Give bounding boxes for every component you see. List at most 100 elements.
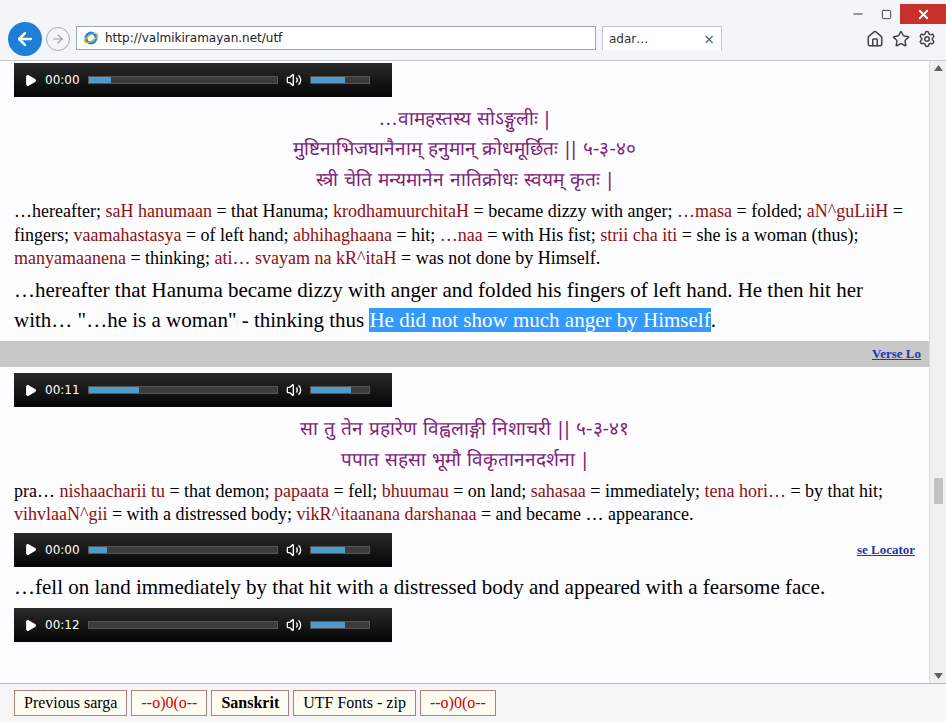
locator-bar: Verse Lo xyxy=(0,341,929,367)
scrollbar[interactable] xyxy=(929,61,946,683)
verse-line: सा तु तेन प्रहारेण विह्वलाङ्गी निशाचरी |… xyxy=(300,413,629,443)
gloss-term: manyamaanena xyxy=(14,248,126,268)
audio-player[interactable]: 00:00 xyxy=(14,63,392,97)
gloss-term: …naa xyxy=(440,225,483,245)
ie-logo-icon xyxy=(83,30,99,46)
gloss-meaning: = on land; xyxy=(449,481,531,501)
gloss-term: vaamahastasya xyxy=(73,225,181,245)
back-button[interactable] xyxy=(8,22,42,56)
progress-fill xyxy=(89,547,108,553)
minimize-button[interactable] xyxy=(844,4,872,24)
audio-player[interactable]: 00:11 xyxy=(14,373,392,407)
verse-line: मुष्टिनाभिजघानैनाम् हनुमान् क्रोधमूर्छित… xyxy=(293,133,636,163)
play-icon[interactable] xyxy=(24,619,37,632)
nav-button[interactable]: Sanskrit xyxy=(211,690,289,716)
maximize-button[interactable] xyxy=(872,4,900,24)
forward-button[interactable] xyxy=(46,27,70,51)
scroll-area xyxy=(930,75,946,669)
player-time: 00:00 xyxy=(45,73,80,87)
browser-window: http://valmikiramayan.net/utfadar…×00:00… xyxy=(0,0,946,722)
gloss-term: vikR^itaanana darshanaa xyxy=(297,504,477,524)
volume-fill xyxy=(311,547,346,553)
gloss-meaning: = was not done by Himself. xyxy=(397,248,601,268)
verse-locator-link[interactable]: Verse Lo xyxy=(872,346,921,362)
page-body: 00:00 …वामहस्तस्य सोऽङ्गुलीः |मुष्टिनाभिज… xyxy=(0,61,946,683)
home-icon[interactable] xyxy=(866,30,884,48)
verse-line: स्त्री चेति मन्यमानेन नातिक्रोधः स्वयम् … xyxy=(316,164,613,194)
translation: …fell on land immediately by that hit wi… xyxy=(14,573,929,602)
gloss-meaning: pra… xyxy=(14,481,59,501)
gloss-term: aN^guLiiH xyxy=(807,201,888,221)
selected-text: He did not show much anger by Himself xyxy=(369,308,710,332)
nav-button[interactable]: --o)0(o-- xyxy=(131,690,207,716)
close-button[interactable] xyxy=(900,4,946,24)
gloss-meaning: = and became … appearance. xyxy=(476,504,693,524)
browser-tab[interactable]: adar…× xyxy=(602,26,722,50)
gloss-term: svayam na kR^itaH xyxy=(255,248,396,268)
gloss-meaning: = that Hanuma; xyxy=(212,201,333,221)
volume-fill xyxy=(311,622,346,628)
gloss-term: krodhamuurchitaH xyxy=(333,201,469,221)
sanskrit-verse: सा तु तेन प्रहारेण विह्वलाङ्गी निशाचरी |… xyxy=(14,413,929,474)
play-icon[interactable] xyxy=(24,74,37,87)
gloss-term: sahasaa xyxy=(531,481,586,501)
scroll-up-icon[interactable] xyxy=(934,61,943,75)
progress-track[interactable] xyxy=(88,76,278,84)
gloss-meaning: = became dizzy with anger; xyxy=(469,201,677,221)
volume-icon[interactable] xyxy=(286,382,302,398)
progress-track[interactable] xyxy=(88,546,278,554)
browser-toolbar: http://valmikiramayan.net/utfadar…× xyxy=(0,0,946,61)
verse-locator-link[interactable]: se Locator xyxy=(857,542,915,558)
gloss-term: tena hori… xyxy=(704,481,785,501)
gloss-meaning: = folded; xyxy=(732,201,807,221)
audio-player[interactable]: 00:00 xyxy=(14,533,392,567)
page-content: 00:00 …वामहस्तस्य सोऽङ्गुलीः |मुष्टिनाभिज… xyxy=(0,61,929,683)
gloss-meaning: = fell; xyxy=(329,481,382,501)
close-icon xyxy=(916,7,931,22)
right-tools xyxy=(844,4,946,48)
gloss-term: ati… xyxy=(215,248,251,268)
star-icon[interactable] xyxy=(892,30,910,48)
address-bar[interactable]: http://valmikiramayan.net/utf xyxy=(76,26,596,50)
nav-button[interactable]: UTF Fonts - zip xyxy=(293,690,416,716)
gloss-term: abhihaghaana xyxy=(293,225,392,245)
volume-icon[interactable] xyxy=(286,542,302,558)
player-time: 00:11 xyxy=(45,383,80,397)
volume-icon[interactable] xyxy=(286,72,302,88)
sanskrit-verse: …वामहस्तस्य सोऽङ्गुलीः |मुष्टिनाभिजघानैन… xyxy=(14,103,929,194)
volume-track[interactable] xyxy=(310,386,370,394)
nav-button[interactable]: --o)0(o-- xyxy=(420,690,496,716)
forward-arrow-icon xyxy=(51,32,65,46)
play-icon[interactable] xyxy=(24,384,37,397)
word-gloss: pra… nishaacharii tu = that demon; papaa… xyxy=(14,480,929,527)
gloss-term: saH hanumaan xyxy=(105,201,211,221)
progress-track[interactable] xyxy=(88,386,278,394)
scroll-down-icon[interactable] xyxy=(934,669,943,683)
volume-track[interactable] xyxy=(310,546,370,554)
gloss-meaning xyxy=(251,248,256,268)
volume-track[interactable] xyxy=(310,76,370,84)
audio-player[interactable]: 00:12 xyxy=(14,608,392,642)
gloss-meaning: = immediately; xyxy=(586,481,705,501)
progress-fill xyxy=(89,77,112,83)
nav-button[interactable]: Previous sarga xyxy=(14,690,127,716)
scroll-thumb[interactable] xyxy=(934,478,943,504)
nav-buttons xyxy=(8,22,70,56)
tab-close-button[interactable]: × xyxy=(703,31,715,47)
player-row: 00:11 xyxy=(14,373,929,407)
gloss-term: nishaacharii tu xyxy=(59,481,164,501)
play-icon[interactable] xyxy=(24,543,37,556)
progress-fill xyxy=(89,387,140,393)
volume-track[interactable] xyxy=(310,621,370,629)
gear-icon[interactable] xyxy=(918,30,936,48)
gloss-meaning: = thinking; xyxy=(126,248,215,268)
progress-track[interactable] xyxy=(88,621,278,629)
gloss-term: bhuumau xyxy=(382,481,449,501)
player-time: 00:00 xyxy=(45,543,80,557)
player-row: 00:00 xyxy=(14,63,929,97)
volume-icon[interactable] xyxy=(286,617,302,633)
volume-fill xyxy=(311,387,352,393)
gloss-meaning: = she is a woman (thus); xyxy=(677,225,858,245)
sarga-nav-bar: Previous sarga--o)0(o--SanskritUTF Fonts… xyxy=(0,683,946,722)
maximize-icon xyxy=(881,9,892,20)
